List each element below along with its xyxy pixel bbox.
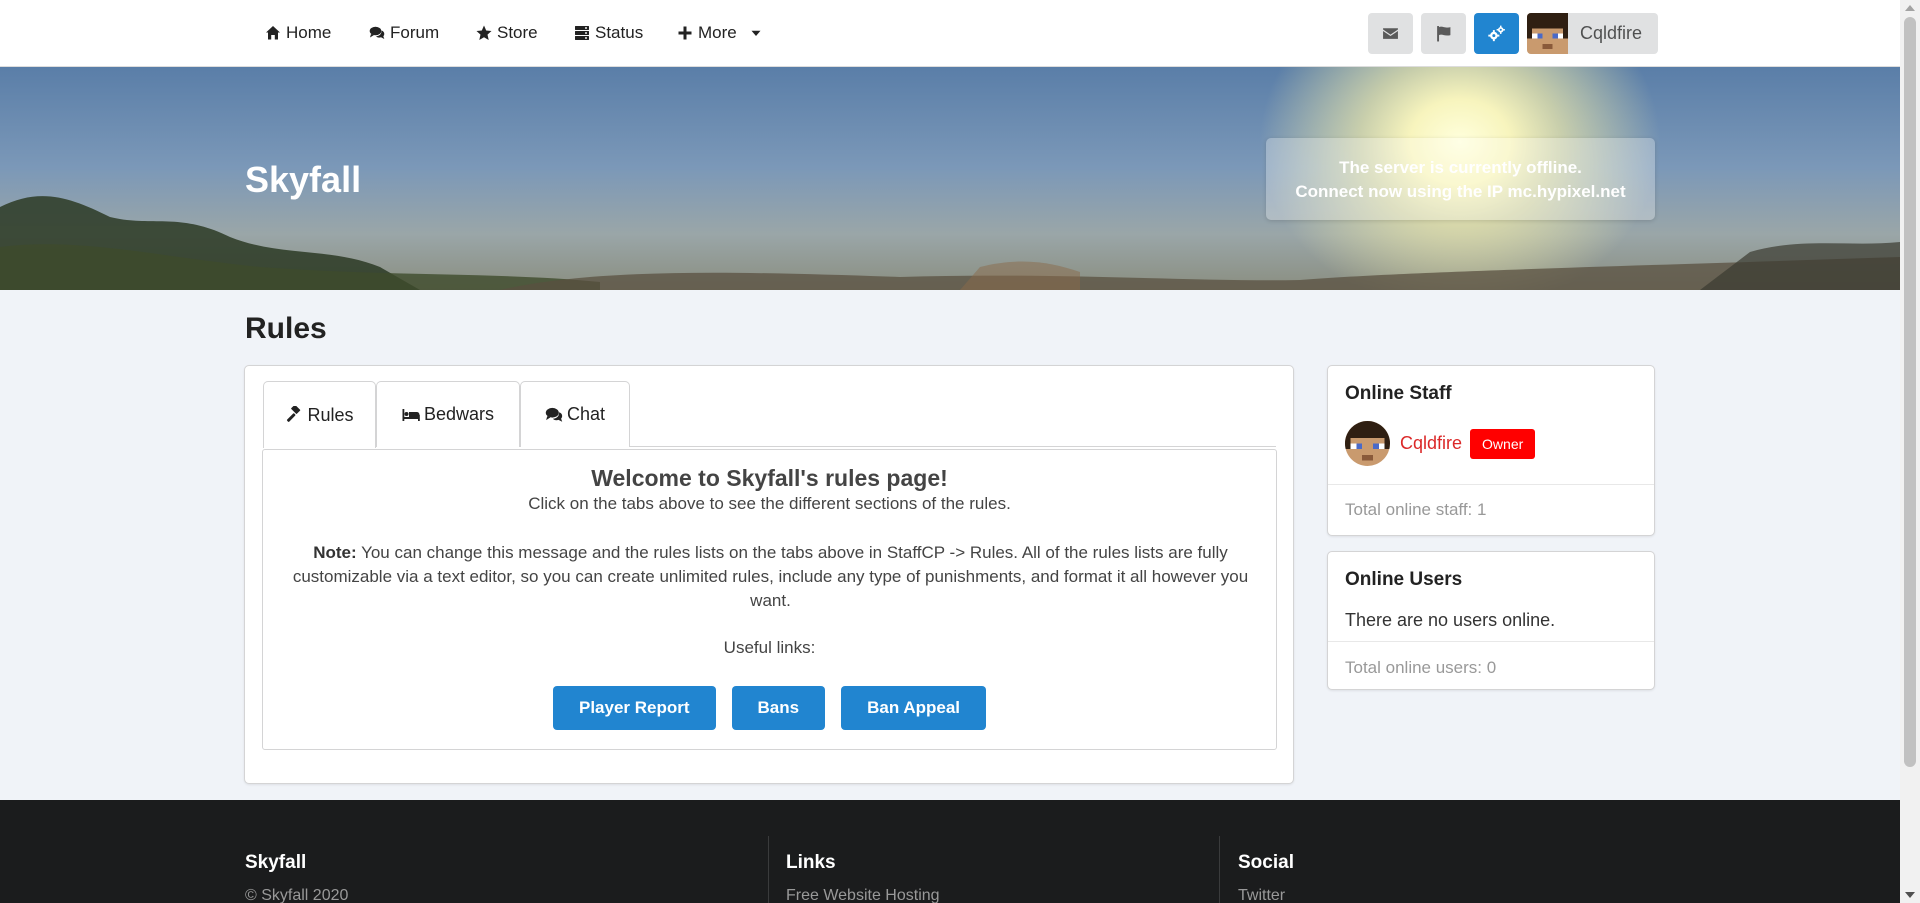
scroll-down-arrow-icon[interactable] — [1905, 892, 1915, 898]
username-label: Cqldfire — [1580, 23, 1643, 43]
scroll-up-arrow-icon[interactable] — [1905, 5, 1915, 11]
owner-badge: Owner — [1470, 428, 1536, 459]
footer-brand-title: Skyfall — [245, 852, 307, 873]
staffcp-button[interactable] — [1474, 13, 1519, 54]
online-users-title: Online Users — [1345, 569, 1463, 590]
comments-icon — [545, 407, 563, 422]
note-paragraph: Note: You can change this message and th… — [288, 541, 1253, 613]
staff-member-name[interactable]: Cqldfire — [1400, 433, 1462, 454]
total-online-staff: Total online staff: 1 — [1345, 500, 1487, 519]
bed-icon — [402, 408, 420, 421]
online-users-card: Online Users There are no users online. … — [1327, 551, 1655, 690]
footer-copyright: © Skyfall 2020 — [245, 887, 349, 903]
caret-down-icon — [751, 30, 761, 36]
bans-button[interactable]: Bans — [731, 686, 826, 730]
nav-more-dropdown[interactable]: More — [677, 21, 762, 45]
page-title: Rules — [245, 312, 327, 345]
plus-icon — [678, 26, 692, 40]
note-label: Note: — [313, 543, 357, 562]
nav-home[interactable]: Home — [265, 21, 331, 45]
no-users-message: There are no users online. — [1345, 610, 1556, 630]
gavel-icon — [287, 406, 301, 422]
nav-store-label: Store — [497, 23, 538, 42]
footer: Skyfall © Skyfall 2020 Links Free Websit… — [0, 800, 1900, 903]
avatar — [1527, 13, 1568, 54]
server-ip-line: Connect now using the IP mc.hypixel.net — [1295, 182, 1626, 201]
rules-card: Rules Bedwars Chat Welcome to Skyfall's … — [244, 365, 1294, 784]
welcome-heading: Welcome to Skyfall's rules page! — [591, 465, 948, 491]
nav-status[interactable]: Status — [574, 21, 643, 45]
staff-member-row: Cqldfire Owner — [1345, 421, 1536, 466]
footer-link-twitter[interactable]: Twitter — [1238, 887, 1294, 903]
nav-store[interactable]: Store — [476, 21, 538, 45]
site-title: Skyfall — [245, 159, 362, 200]
useful-links-label: Useful links: — [723, 638, 816, 657]
avatar[interactable] — [1345, 421, 1390, 466]
page-scrollbar[interactable] — [1900, 0, 1920, 903]
server-status-line: The server is currently offline. — [1339, 158, 1582, 177]
nav-more-label: More — [698, 23, 737, 42]
cogs-icon — [1488, 25, 1505, 42]
footer-divider — [768, 836, 769, 903]
footer-brand-column: Skyfall © Skyfall 2020 — [245, 852, 348, 903]
nav-forum[interactable]: Forum — [369, 21, 439, 45]
ban-appeal-button[interactable]: Ban Appeal — [841, 686, 986, 730]
server-icon — [575, 26, 589, 40]
messages-button[interactable] — [1368, 13, 1413, 54]
tab-chat-label: Chat — [566, 404, 606, 424]
rules-tab-panel: Welcome to Skyfall's rules page! Click o… — [262, 449, 1277, 750]
total-online-users: Total online users: 0 — [1345, 658, 1497, 677]
server-status-box[interactable]: The server is currently offline. Connect… — [1266, 138, 1655, 220]
tab-rules[interactable]: Rules — [263, 381, 376, 448]
user-menu-button[interactable]: Cqldfire — [1527, 13, 1659, 54]
note-text: You can change this message and the rule… — [292, 543, 1249, 610]
rules-tab-bar: Rules Bedwars Chat — [263, 381, 1276, 448]
footer-divider — [1219, 836, 1220, 903]
divider — [1328, 641, 1654, 642]
footer-link-hosting[interactable]: Free Website Hosting — [786, 887, 940, 903]
useful-links: Player Report Bans Ban Appeal — [263, 686, 1276, 730]
scrollbar-thumb[interactable] — [1904, 17, 1916, 767]
nav-status-label: Status — [595, 23, 644, 42]
envelope-icon — [1383, 28, 1398, 39]
divider — [1328, 484, 1654, 485]
tab-chat[interactable]: Chat — [520, 381, 630, 447]
welcome-subline: Click on the tabs above to see the diffe… — [528, 494, 1011, 513]
comments-icon — [369, 26, 385, 39]
flag-icon — [1437, 26, 1451, 42]
online-staff-card: Online Staff Cqldfire Owner Total online… — [1327, 365, 1655, 536]
alerts-button[interactable] — [1421, 13, 1466, 54]
nav-forum-label: Forum — [390, 23, 440, 42]
nav-home-label: Home — [286, 23, 332, 42]
tab-rules-label: Rules — [307, 404, 354, 425]
home-icon — [266, 26, 280, 40]
player-report-button[interactable]: Player Report — [552, 686, 716, 730]
tab-bedwars-label: Bedwars — [423, 404, 495, 424]
footer-social-column: Social Twitter — [1238, 852, 1294, 903]
footer-links-title: Links — [786, 852, 836, 873]
online-staff-title: Online Staff — [1345, 383, 1452, 404]
hero-banner: Skyfall The server is currently offline.… — [0, 67, 1900, 290]
top-navbar: Home Forum Store Status More Cqldfire — [0, 0, 1900, 67]
star-icon — [476, 25, 492, 40]
footer-social-title: Social — [1238, 852, 1294, 873]
tab-bedwars[interactable]: Bedwars — [376, 381, 520, 447]
nav-user-controls: Cqldfire — [1368, 13, 1659, 54]
footer-links-column: Links Free Website Hosting — [786, 852, 940, 903]
